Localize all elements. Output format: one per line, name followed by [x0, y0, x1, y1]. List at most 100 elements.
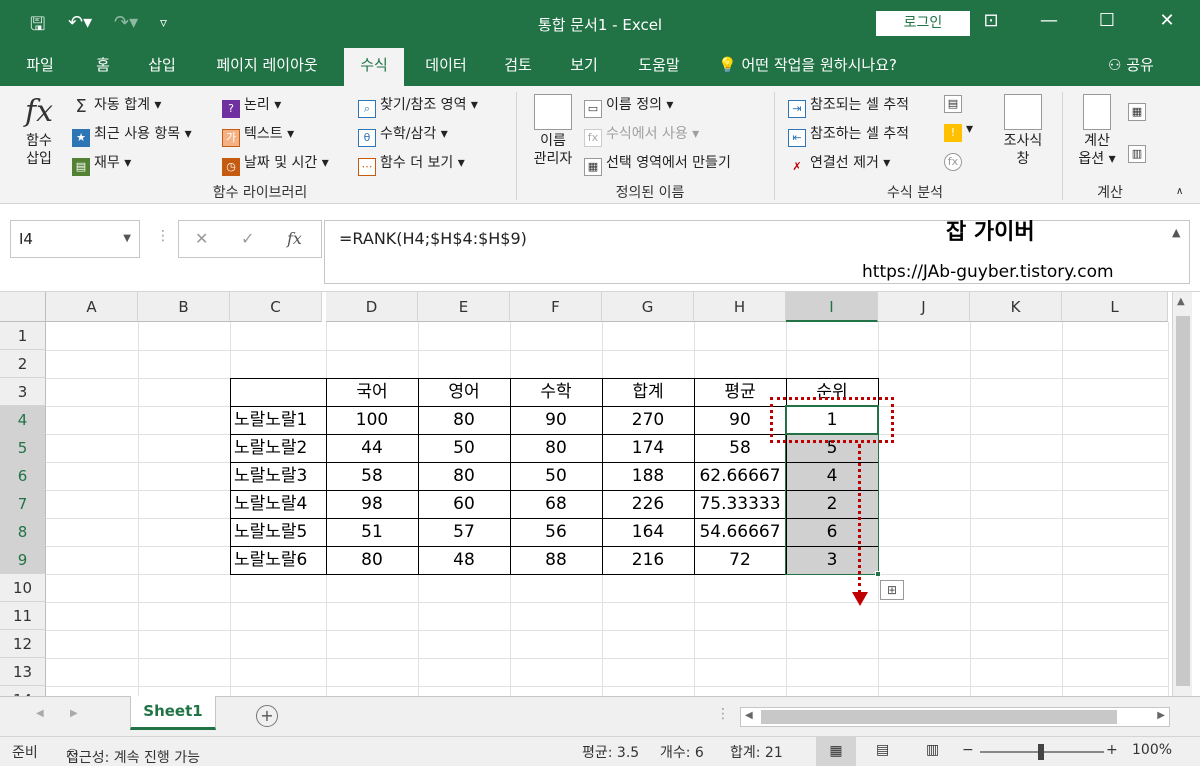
row-header-14[interactable]: 14	[0, 686, 46, 696]
next-sheet-icon[interactable]: ▶	[70, 708, 78, 719]
table-cell[interactable]: 164	[602, 518, 694, 546]
scroll-left-icon[interactable]: ◀	[745, 710, 753, 721]
collapse-ribbon-icon[interactable]: ∧	[1176, 186, 1183, 197]
page-layout-view-icon[interactable]: ▤	[876, 742, 889, 758]
minimize-icon[interactable]: —	[1034, 10, 1064, 31]
logical-button[interactable]: ? 논리 ▾	[222, 94, 281, 118]
scroll-thumb[interactable]	[761, 710, 1117, 724]
table-cell[interactable]: 44	[326, 434, 418, 462]
lookup-button[interactable]: ⌕ 찾기/참조 영역 ▾	[358, 94, 478, 118]
error-checking-icon[interactable]: ! ▾	[944, 121, 973, 142]
table-cell[interactable]: 188	[602, 462, 694, 490]
table-cell[interactable]: 80	[418, 406, 510, 434]
tell-me-search[interactable]: 💡 어떤 작업을 원하시나요?	[718, 48, 897, 86]
financial-button[interactable]: ▤ 재무 ▾	[72, 152, 131, 176]
autofill-options-icon[interactable]: ⊞	[880, 580, 904, 600]
ribbon-display-icon[interactable]: ⊡	[976, 10, 1006, 31]
define-name-button[interactable]: ▭ 이름 정의 ▾	[584, 94, 673, 118]
column-header-c[interactable]: C	[230, 292, 322, 322]
insert-fx-icon[interactable]: fx	[287, 229, 302, 248]
scroll-right-icon[interactable]: ▶	[1157, 710, 1165, 721]
table-name-cell[interactable]: 노랄노랄4	[230, 490, 326, 518]
datetime-button[interactable]: ◷ 날짜 및 시간 ▾	[222, 152, 329, 176]
table-cell[interactable]: 100	[326, 406, 418, 434]
row-header-4[interactable]: 4	[0, 406, 46, 434]
row-header-8[interactable]: 8	[0, 518, 46, 546]
table-cell[interactable]: 80	[418, 462, 510, 490]
page-break-view-icon[interactable]: ▥	[926, 742, 939, 758]
table-cell[interactable]: 54.66667	[694, 518, 786, 546]
zoom-slider-handle[interactable]	[1038, 744, 1044, 760]
table-cell[interactable]: 88	[510, 546, 602, 574]
table-cell[interactable]: 56	[510, 518, 602, 546]
autosum-button[interactable]: Σ 자동 합계 ▾	[72, 94, 161, 117]
show-formulas-icon[interactable]: ▤	[944, 92, 966, 113]
normal-view-icon[interactable]: ▦	[816, 737, 856, 766]
calc-options-button[interactable]: 계산 옵션 ▾	[1072, 94, 1122, 168]
column-header-l[interactable]: L	[1062, 292, 1168, 322]
table-cell[interactable]: 68	[510, 490, 602, 518]
add-sheet-icon[interactable]: +	[256, 705, 278, 727]
name-manager-button[interactable]: 이름 관리자	[528, 94, 578, 168]
column-header-e[interactable]: E	[418, 292, 510, 322]
zoom-in-icon[interactable]: +	[1106, 742, 1118, 758]
column-header-g[interactable]: G	[602, 292, 694, 322]
use-in-formula-button[interactable]: fx 수식에서 사용 ▾	[584, 123, 699, 147]
tab-file[interactable]: 파일	[10, 48, 70, 86]
login-button[interactable]: 로그인	[876, 11, 970, 36]
row-header-5[interactable]: 5	[0, 434, 46, 462]
row-header-9[interactable]: 9	[0, 546, 46, 574]
table-header-cell[interactable]: 영어	[418, 378, 510, 406]
tab-home[interactable]: 홈	[78, 48, 128, 86]
tab-help[interactable]: 도움말	[624, 48, 694, 86]
table-cell[interactable]: 51	[326, 518, 418, 546]
prev-sheet-icon[interactable]: ◀	[36, 708, 44, 719]
table-name-cell[interactable]: 노랄노랄1	[230, 406, 326, 434]
watch-window-button[interactable]: 조사식 창	[996, 94, 1050, 168]
row-header-2[interactable]: 2	[0, 350, 46, 378]
close-icon[interactable]: ✕	[1152, 10, 1182, 31]
calc-now-icon[interactable]: ▦	[1128, 100, 1150, 121]
column-header-d[interactable]: D	[326, 292, 418, 322]
create-from-selection-button[interactable]: ▦ 선택 영역에서 만들기	[584, 152, 731, 176]
table-cell[interactable]: 72	[694, 546, 786, 574]
table-cell[interactable]: 62.66667	[694, 462, 786, 490]
table-name-cell[interactable]: 노랄노랄2	[230, 434, 326, 462]
zoom-out-icon[interactable]: −	[962, 742, 974, 758]
row-header-13[interactable]: 13	[0, 658, 46, 686]
row-header-3[interactable]: 3	[0, 378, 46, 406]
column-header-k[interactable]: K	[970, 292, 1062, 322]
scroll-thumb[interactable]	[1176, 316, 1190, 686]
table-header-cell[interactable]: 수학	[510, 378, 602, 406]
row-header-6[interactable]: 6	[0, 462, 46, 490]
remove-arrows-button[interactable]: ✗ 연결선 제거 ▾	[788, 152, 890, 177]
chevron-up-icon[interactable]: ▲	[1172, 226, 1180, 239]
worksheet-grid[interactable]: ABCDEFGHIJKL1234567891011121314국어영어수학합계평…	[0, 292, 1200, 696]
table-cell[interactable]: 80	[510, 434, 602, 462]
table-cell[interactable]: 270	[602, 406, 694, 434]
tab-insert[interactable]: 삽입	[134, 48, 190, 86]
trace-precedents-button[interactable]: ⇥ 참조되는 셀 추적	[788, 94, 909, 118]
table-header-cell[interactable]: 국어	[326, 378, 418, 406]
drag-handle-icon[interactable]: ⋮	[156, 228, 170, 244]
share-button[interactable]: ⚇ 공유	[1108, 48, 1154, 86]
row-header-7[interactable]: 7	[0, 490, 46, 518]
table-cell[interactable]: 98	[326, 490, 418, 518]
name-box[interactable]: I4 ▼	[10, 220, 140, 258]
table-cell[interactable]: 57	[418, 518, 510, 546]
calc-sheet-icon[interactable]: ▥	[1128, 142, 1150, 163]
table-name-cell[interactable]: 노랄노랄6	[230, 546, 326, 574]
zoom-level[interactable]: 100%	[1132, 742, 1172, 758]
table-cell[interactable]: 216	[602, 546, 694, 574]
table-name-cell[interactable]: 노랄노랄3	[230, 462, 326, 490]
column-header-i[interactable]: I	[786, 292, 878, 322]
table-cell[interactable]: 60	[418, 490, 510, 518]
cancel-icon[interactable]: ✕	[195, 229, 208, 248]
table-cell[interactable]: 80	[326, 546, 418, 574]
fill-handle[interactable]	[875, 571, 881, 577]
table-cell[interactable]: 48	[418, 546, 510, 574]
tab-view[interactable]: 보기	[556, 48, 612, 86]
column-header-j[interactable]: J	[878, 292, 970, 322]
vertical-scrollbar[interactable]: ▲	[1172, 292, 1192, 696]
row-header-1[interactable]: 1	[0, 322, 46, 350]
